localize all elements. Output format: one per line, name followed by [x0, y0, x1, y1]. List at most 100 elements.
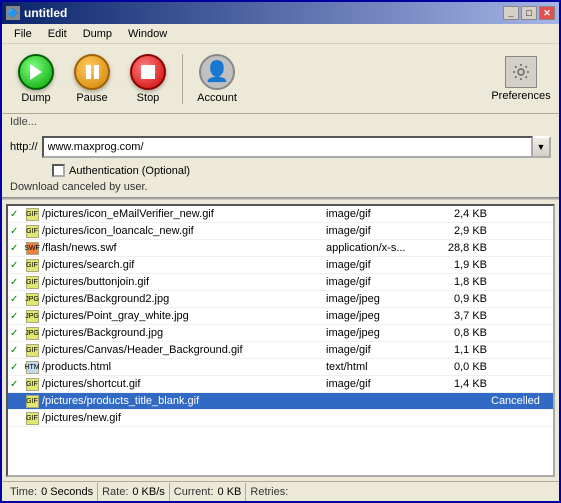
menu-edit[interactable]: Edit: [40, 26, 75, 42]
auth-row: Authentication (Optional): [2, 162, 559, 179]
file-type-icon: GIF: [24, 224, 40, 238]
dump-label: Dump: [21, 92, 50, 104]
file-type-icon: JPG: [24, 309, 40, 323]
file-row[interactable]: ✓ GIF /pictures/Canvas/Header_Background…: [8, 342, 553, 359]
file-list-container[interactable]: ✓ GIF /pictures/icon_eMailVerifier_new.g…: [6, 204, 555, 477]
file-type-icon: GIF: [24, 207, 40, 221]
file-path: /pictures/icon_eMailVerifier_new.gif: [40, 208, 326, 220]
check-mark: ✓: [10, 226, 24, 237]
file-row[interactable]: ✓ JPG /pictures/Background.jpg image/jpe…: [8, 325, 553, 342]
check-mark: ✓: [10, 243, 24, 254]
status-message: Download canceled by user.: [2, 179, 559, 197]
file-mime: image/gif: [326, 225, 436, 237]
dump-icon: [18, 54, 54, 90]
file-mime: image/jpeg: [326, 293, 436, 305]
stop-square: [141, 65, 155, 79]
preferences-icon: [505, 56, 537, 88]
close-button[interactable]: ✕: [539, 6, 555, 20]
preferences-label: Preferences: [491, 90, 550, 102]
url-input-wrapper: ▼: [42, 136, 551, 158]
pause-icon: [74, 54, 110, 90]
file-row[interactable]: ✓ HTM /products.html text/html 0,0 KB: [8, 359, 553, 376]
pause-button[interactable]: Pause: [66, 52, 118, 106]
menu-file[interactable]: File: [6, 26, 40, 42]
check-mark: ✓: [10, 209, 24, 220]
check-mark: ✓: [10, 379, 24, 390]
file-list-area: ✓ GIF /pictures/icon_eMailVerifier_new.g…: [4, 202, 557, 479]
file-row[interactable]: GIF /pictures/products_title_blank.gif C…: [8, 393, 553, 410]
file-path: /pictures/search.gif: [40, 259, 326, 271]
retries-label: Retries:: [250, 486, 288, 498]
maximize-button[interactable]: □: [521, 6, 537, 20]
file-type-icon: GIF: [24, 411, 40, 425]
file-mime: image/jpeg: [326, 327, 436, 339]
stop-icon: [130, 54, 166, 90]
file-path: /pictures/Background2.jpg: [40, 293, 326, 305]
file-path: /products.html: [40, 361, 326, 373]
file-mime: image/gif: [326, 208, 436, 220]
time-value: 0 Seconds: [41, 486, 93, 498]
file-type-icon: SWF: [24, 241, 40, 255]
rate-label: Rate:: [102, 486, 128, 498]
title-bar: 🔷 untitled _ □ ✕: [2, 2, 559, 24]
check-mark: ✓: [10, 328, 24, 339]
file-type-icon: GIF: [24, 394, 40, 408]
check-mark: ✓: [10, 345, 24, 356]
file-mime: image/gif: [326, 259, 436, 271]
dump-button[interactable]: Dump: [10, 52, 62, 106]
retries-field: Retries:: [246, 483, 296, 501]
file-row[interactable]: ✓ GIF /pictures/search.gif image/gif 1,9…: [8, 257, 553, 274]
rate-field: Rate: 0 KB/s: [98, 483, 170, 501]
file-size: 3,7 KB: [436, 310, 491, 322]
check-mark: ✓: [10, 294, 24, 305]
idle-status: Idle...: [2, 114, 559, 132]
file-path: /pictures/shortcut.gif: [40, 378, 326, 390]
bottom-status-bar: Time: 0 Seconds Rate: 0 KB/s Current: 0 …: [2, 481, 559, 501]
window-title: untitled: [24, 6, 503, 20]
file-row[interactable]: ✓ JPG /pictures/Point_gray_white.jpg ima…: [8, 308, 553, 325]
current-label: Current:: [174, 486, 214, 498]
current-field: Current: 0 KB: [170, 483, 247, 501]
file-path: /pictures/buttonjoin.gif: [40, 276, 326, 288]
file-row[interactable]: ✓ GIF /pictures/icon_loancalc_new.gif im…: [8, 223, 553, 240]
file-row[interactable]: ✓ GIF /pictures/icon_eMailVerifier_new.g…: [8, 206, 553, 223]
play-triangle: [30, 64, 42, 80]
menu-window[interactable]: Window: [120, 26, 175, 42]
file-mime: image/jpeg: [326, 310, 436, 322]
file-type-icon: JPG: [24, 292, 40, 306]
pause-bars: [86, 65, 99, 79]
file-row[interactable]: ✓ GIF /pictures/buttonjoin.gif image/gif…: [8, 274, 553, 291]
file-row[interactable]: ✓ SWF /flash/news.swf application/x-s...…: [8, 240, 553, 257]
divider: [2, 197, 559, 200]
toolbar: Dump Pause Stop 👤 Account: [2, 44, 559, 114]
file-size: 2,9 KB: [436, 225, 491, 237]
check-mark: ✓: [10, 311, 24, 322]
toolbar-separator: [182, 54, 183, 104]
file-path: /pictures/products_title_blank.gif: [40, 395, 326, 407]
stop-label: Stop: [137, 92, 160, 104]
person-icon: 👤: [205, 59, 230, 84]
auth-checkbox[interactable]: [52, 164, 65, 177]
auth-label: Authentication (Optional): [69, 165, 190, 177]
file-size: 0,0 KB: [436, 361, 491, 373]
file-mime: text/html: [326, 361, 436, 373]
file-type-icon: GIF: [24, 275, 40, 289]
window-controls: _ □ ✕: [503, 6, 555, 20]
account-icon: 👤: [199, 54, 235, 90]
rate-value: 0 KB/s: [132, 486, 164, 498]
account-button[interactable]: 👤 Account: [191, 52, 243, 106]
url-dropdown[interactable]: ▼: [533, 136, 551, 158]
menu-dump[interactable]: Dump: [75, 26, 120, 42]
stop-button[interactable]: Stop: [122, 52, 174, 106]
minimize-button[interactable]: _: [503, 6, 519, 20]
file-type-icon: GIF: [24, 258, 40, 272]
file-row[interactable]: ✓ GIF /pictures/shortcut.gif image/gif 1…: [8, 376, 553, 393]
file-path: /flash/news.swf: [40, 242, 326, 254]
preferences-button[interactable]: Preferences: [491, 56, 551, 102]
file-size: 2,4 KB: [436, 208, 491, 220]
file-row[interactable]: ✓ JPG /pictures/Background2.jpg image/jp…: [8, 291, 553, 308]
check-mark: ✓: [10, 362, 24, 373]
url-input[interactable]: [42, 136, 533, 158]
file-status: Cancelled: [491, 395, 551, 407]
file-row[interactable]: GIF /pictures/new.gif: [8, 410, 553, 427]
